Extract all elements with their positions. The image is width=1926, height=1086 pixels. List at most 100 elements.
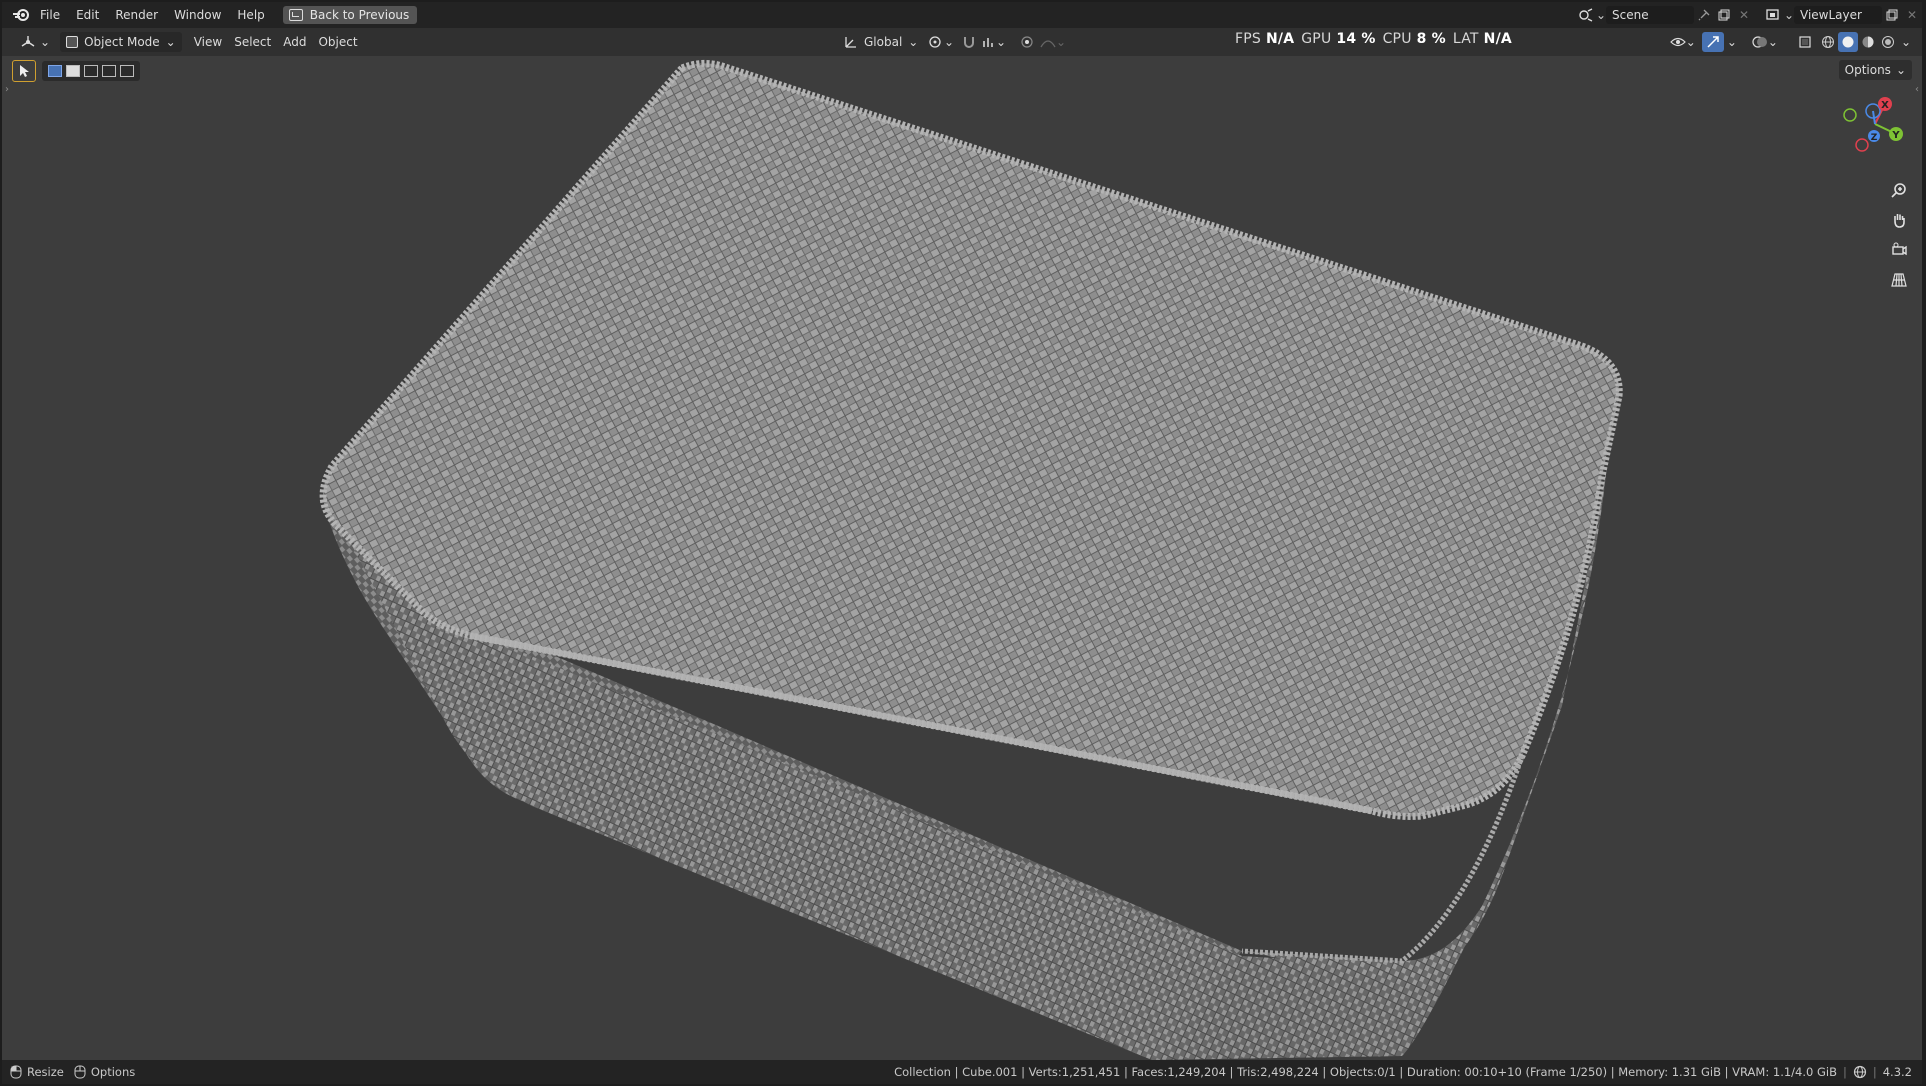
menu-window[interactable]: Window xyxy=(166,2,229,28)
chevron-down-icon: ⌄ xyxy=(996,35,1007,49)
menu-file[interactable]: File xyxy=(32,2,68,28)
viewlayer-name: ViewLayer xyxy=(1800,8,1862,22)
overlays-toggle[interactable]: ⌄ xyxy=(1746,32,1784,52)
object-mode-label: Object Mode xyxy=(84,35,160,49)
scene-stats-text: Collection | Cube.001 | Verts:1,251,451 … xyxy=(894,1065,1837,1079)
proportional-editing-icon xyxy=(1021,36,1033,48)
scene-dropdown-chevron-icon[interactable]: ⌄ xyxy=(1596,6,1606,24)
visibility-selectability-dropdown[interactable]: ⌄ xyxy=(1664,32,1702,52)
chevron-down-icon: ⌄ xyxy=(908,35,919,49)
menu-render[interactable]: Render xyxy=(107,2,166,28)
select-intersect-icon[interactable] xyxy=(120,65,134,77)
rendered-sphere-icon xyxy=(1881,36,1894,48)
falloff-curve-icon xyxy=(1040,40,1056,48)
viewlayer-dropdown-chevron-icon[interactable]: ⌄ xyxy=(1784,6,1794,24)
scene-statistics: Collection | Cube.001 | Verts:1,251,451 … xyxy=(894,1060,1912,1084)
viewport-header-right: ⌄ ⌄ ⌄ ⌄ xyxy=(1664,28,1914,56)
viewlayer-icon[interactable] xyxy=(1764,6,1784,24)
gizmo-toggle[interactable] xyxy=(1701,32,1724,52)
menu-help[interactable]: Help xyxy=(229,2,272,28)
3d-viewport[interactable]: Options ⌄ › ‹ X Y Z xyxy=(2,56,1922,1060)
axis-x-label: X xyxy=(1881,100,1889,111)
main-menu: File Edit Render Window Help xyxy=(32,2,273,28)
shading-rendered-button[interactable] xyxy=(1878,32,1898,52)
viewport-header: ⌄ Object Mode ⌄ View Select Add Object G… xyxy=(2,28,1922,56)
perspective-grid-icon[interactable] xyxy=(1887,268,1911,292)
object-mode-icon xyxy=(66,36,79,48)
viewport-navigation-buttons xyxy=(1887,178,1911,298)
scene-type-icon[interactable] xyxy=(1576,6,1596,24)
shading-solid-button[interactable] xyxy=(1837,32,1858,52)
proportional-falloff-dropdown[interactable]: ⌄ xyxy=(1034,32,1072,52)
xray-toggle[interactable] xyxy=(1792,32,1818,52)
pivot-point-dropdown[interactable]: ⌄ xyxy=(922,32,960,52)
status-bar: Resize Options Collection | Cube.001 | V… xyxy=(2,1060,1922,1084)
options-hint: Options xyxy=(90,1065,136,1079)
menu-view[interactable]: View xyxy=(188,32,228,52)
new-viewlayer-icon[interactable] xyxy=(1882,6,1902,24)
shading-wireframe-button[interactable] xyxy=(1818,32,1838,52)
lat-value: N/A xyxy=(1483,31,1512,47)
options-label: Options xyxy=(1844,63,1891,77)
gpu-value: 14 % xyxy=(1336,31,1376,47)
axis-neg-x-icon[interactable] xyxy=(1855,138,1869,152)
chevron-down-icon: ⌄ xyxy=(1056,35,1067,49)
camera-view-icon[interactable] xyxy=(1887,238,1911,262)
axis-neg-y-icon[interactable] xyxy=(1843,108,1857,122)
wireframe-sphere-icon xyxy=(1821,36,1834,48)
scene-name: Scene xyxy=(1612,8,1649,22)
select-difference-icon[interactable] xyxy=(102,65,116,77)
lat-label: LAT xyxy=(1452,31,1479,47)
menu-edit[interactable]: Edit xyxy=(68,2,107,28)
toolbar-expand-arrow-icon[interactable]: › xyxy=(5,84,9,95)
shading-options-chevron-icon[interactable]: ⌄ xyxy=(1898,32,1914,52)
editor-type-button[interactable]: ⌄ xyxy=(14,32,56,52)
navigation-gizmo[interactable]: X Y Z xyxy=(1830,82,1920,172)
chevron-down-icon: ⌄ xyxy=(1685,35,1696,49)
new-scene-icon[interactable] xyxy=(1714,6,1734,24)
pan-hand-icon[interactable] xyxy=(1887,208,1911,232)
chevron-down-icon: ⌄ xyxy=(40,35,51,49)
menu-object[interactable]: Object xyxy=(312,32,363,52)
shading-material-button[interactable] xyxy=(1858,32,1878,52)
wicker-basket-mesh[interactable] xyxy=(2,56,1922,1060)
material-sphere-icon xyxy=(1862,36,1874,48)
cpu-label: CPU xyxy=(1382,31,1412,47)
select-new-icon[interactable] xyxy=(48,65,62,77)
delete-scene-icon[interactable]: ✕ xyxy=(1734,6,1754,24)
chevron-down-icon: ⌄ xyxy=(944,35,955,49)
transform-orientation-dropdown[interactable]: Global ⌄ xyxy=(838,32,924,52)
scene-name-field[interactable]: Scene xyxy=(1606,6,1694,24)
pivot-point-icon xyxy=(929,36,941,48)
top-menubar: File Edit Render Window Help Back to Pre… xyxy=(2,2,1922,28)
delete-viewlayer-icon[interactable]: ✕ xyxy=(1902,6,1922,24)
zoom-icon[interactable] xyxy=(1887,178,1911,202)
select-subtract-icon[interactable] xyxy=(84,65,98,77)
axis-y-label: Y xyxy=(1891,130,1900,141)
blender-window: File Edit Render Window Help Back to Pre… xyxy=(2,2,1922,1084)
select-tool-button[interactable] xyxy=(12,60,36,82)
back-icon xyxy=(288,9,303,21)
selection-mode-group[interactable] xyxy=(42,61,140,81)
snap-target-dropdown[interactable]: ⌄ xyxy=(976,32,1012,52)
network-globe-icon[interactable] xyxy=(1853,1065,1867,1079)
chevron-down-icon: ⌄ xyxy=(1767,35,1778,49)
menu-select[interactable]: Select xyxy=(228,32,277,52)
viewport-options-dropdown[interactable]: Options ⌄ xyxy=(1838,60,1912,80)
object-mode-dropdown[interactable]: Object Mode ⌄ xyxy=(60,32,182,52)
pin-icon[interactable] xyxy=(1694,6,1714,24)
fps-label: FPS xyxy=(1235,31,1261,47)
chevron-down-icon[interactable]: ⌄ xyxy=(1724,32,1740,52)
select-extend-icon[interactable] xyxy=(66,65,80,77)
blender-version: 4.3.2 xyxy=(1882,1065,1912,1079)
chevron-down-icon: ⌄ xyxy=(1895,63,1906,77)
editor-type-icon xyxy=(21,36,35,47)
menu-add[interactable]: Add xyxy=(277,32,312,52)
viewlayer-name-field[interactable]: ViewLayer xyxy=(1794,6,1882,24)
divider: | xyxy=(1842,1065,1847,1079)
orientation-label: Global xyxy=(864,35,903,49)
eye-icon xyxy=(1669,37,1686,47)
blender-logo-icon[interactable] xyxy=(10,2,32,28)
back-to-previous-button[interactable]: Back to Previous xyxy=(282,6,418,24)
chevron-down-icon: ⌄ xyxy=(165,35,176,49)
